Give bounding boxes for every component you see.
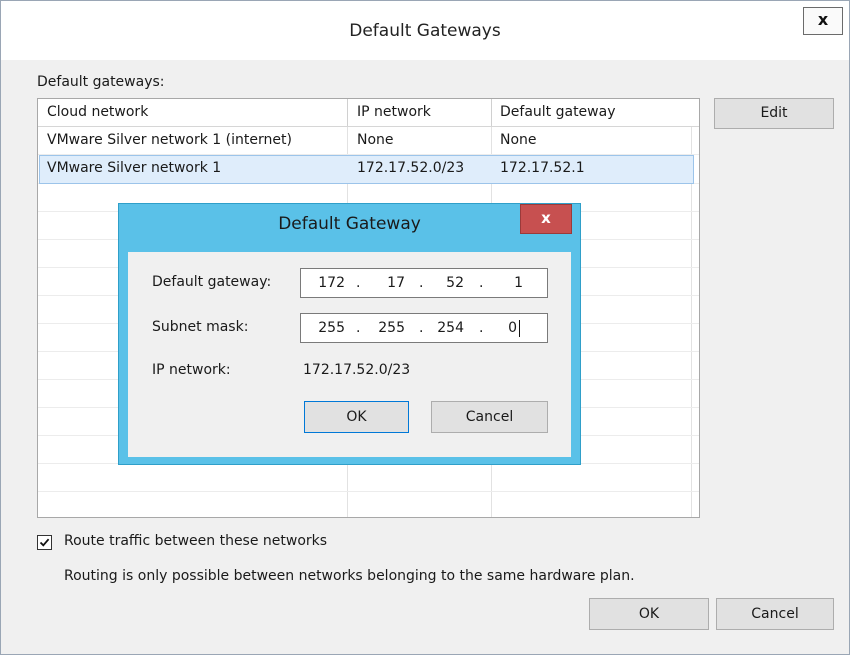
octet-separator: .: [356, 275, 361, 291]
window-titlebar: Default Gateways x: [1, 1, 849, 60]
cell-default-gateway: 172.17.52.1: [500, 160, 585, 176]
table-header: Cloud network IP network Default gateway: [38, 99, 699, 127]
ip-network-label: IP network:: [152, 362, 231, 378]
section-label: Default gateways:: [37, 74, 165, 90]
cell-ip-network: None: [357, 132, 394, 148]
dialog-cancel-button[interactable]: Cancel: [431, 401, 548, 433]
route-traffic-checkbox[interactable]: [37, 535, 52, 550]
ok-button[interactable]: OK: [589, 598, 709, 630]
column-header-ip-network[interactable]: IP network: [357, 104, 431, 120]
subnet-label: Subnet mask:: [152, 319, 249, 335]
gateway-label: Default gateway:: [152, 274, 272, 290]
cell-cloud-network: VMware Silver network 1: [47, 160, 222, 176]
gateway-octet-4: 1: [514, 275, 523, 291]
text-cursor: [519, 320, 520, 337]
gateway-ip-field[interactable]: 172 . 17 . 52 . 1: [300, 268, 548, 298]
window-close-button[interactable]: x: [803, 7, 843, 35]
subnet-mask-field[interactable]: 255 . 255 . 254 . 0: [300, 313, 548, 343]
subnet-octet-3: 254: [437, 320, 464, 336]
octet-separator: .: [419, 275, 424, 291]
column-header-cloud-network[interactable]: Cloud network: [47, 104, 148, 120]
dialog-ok-button[interactable]: OK: [304, 401, 409, 433]
header-divider: [347, 99, 348, 126]
cell-ip-network: 172.17.52.0/23: [357, 160, 465, 176]
dialog-title: Default Gateway: [278, 214, 421, 234]
cell-cloud-network: VMware Silver network 1 (internet): [47, 132, 292, 148]
cancel-button[interactable]: Cancel: [716, 598, 834, 630]
gateway-octet-3: 52: [446, 275, 464, 291]
close-icon: x: [817, 10, 829, 29]
close-icon: x: [541, 209, 551, 227]
octet-separator: .: [356, 320, 361, 336]
cell-default-gateway: None: [500, 132, 537, 148]
routing-note: Routing is only possible between network…: [64, 568, 635, 584]
dialog-body: Default gateway: 172 . 17 . 52 . 1 Subne…: [128, 252, 571, 457]
route-traffic-label[interactable]: Route traffic between these networks: [64, 533, 327, 549]
subnet-octet-2: 255: [378, 320, 405, 336]
subnet-octet-4: 0: [508, 320, 517, 336]
gateway-octet-2: 17: [387, 275, 405, 291]
header-divider: [491, 99, 492, 126]
edit-button[interactable]: Edit: [714, 98, 834, 129]
window-title: Default Gateways: [349, 21, 501, 41]
gateway-octet-1: 172: [318, 275, 345, 291]
dialog-close-button[interactable]: x: [520, 204, 572, 234]
subnet-octet-1: 255: [318, 320, 345, 336]
octet-separator: .: [419, 320, 424, 336]
default-gateway-dialog: Default Gateway x Default gateway: 172 .…: [118, 203, 581, 465]
octet-separator: .: [479, 275, 484, 291]
column-header-default-gateway[interactable]: Default gateway: [500, 104, 616, 120]
checkmark-icon: [39, 538, 50, 547]
ip-network-value: 172.17.52.0/23: [303, 362, 411, 378]
row-divider: [38, 491, 699, 492]
